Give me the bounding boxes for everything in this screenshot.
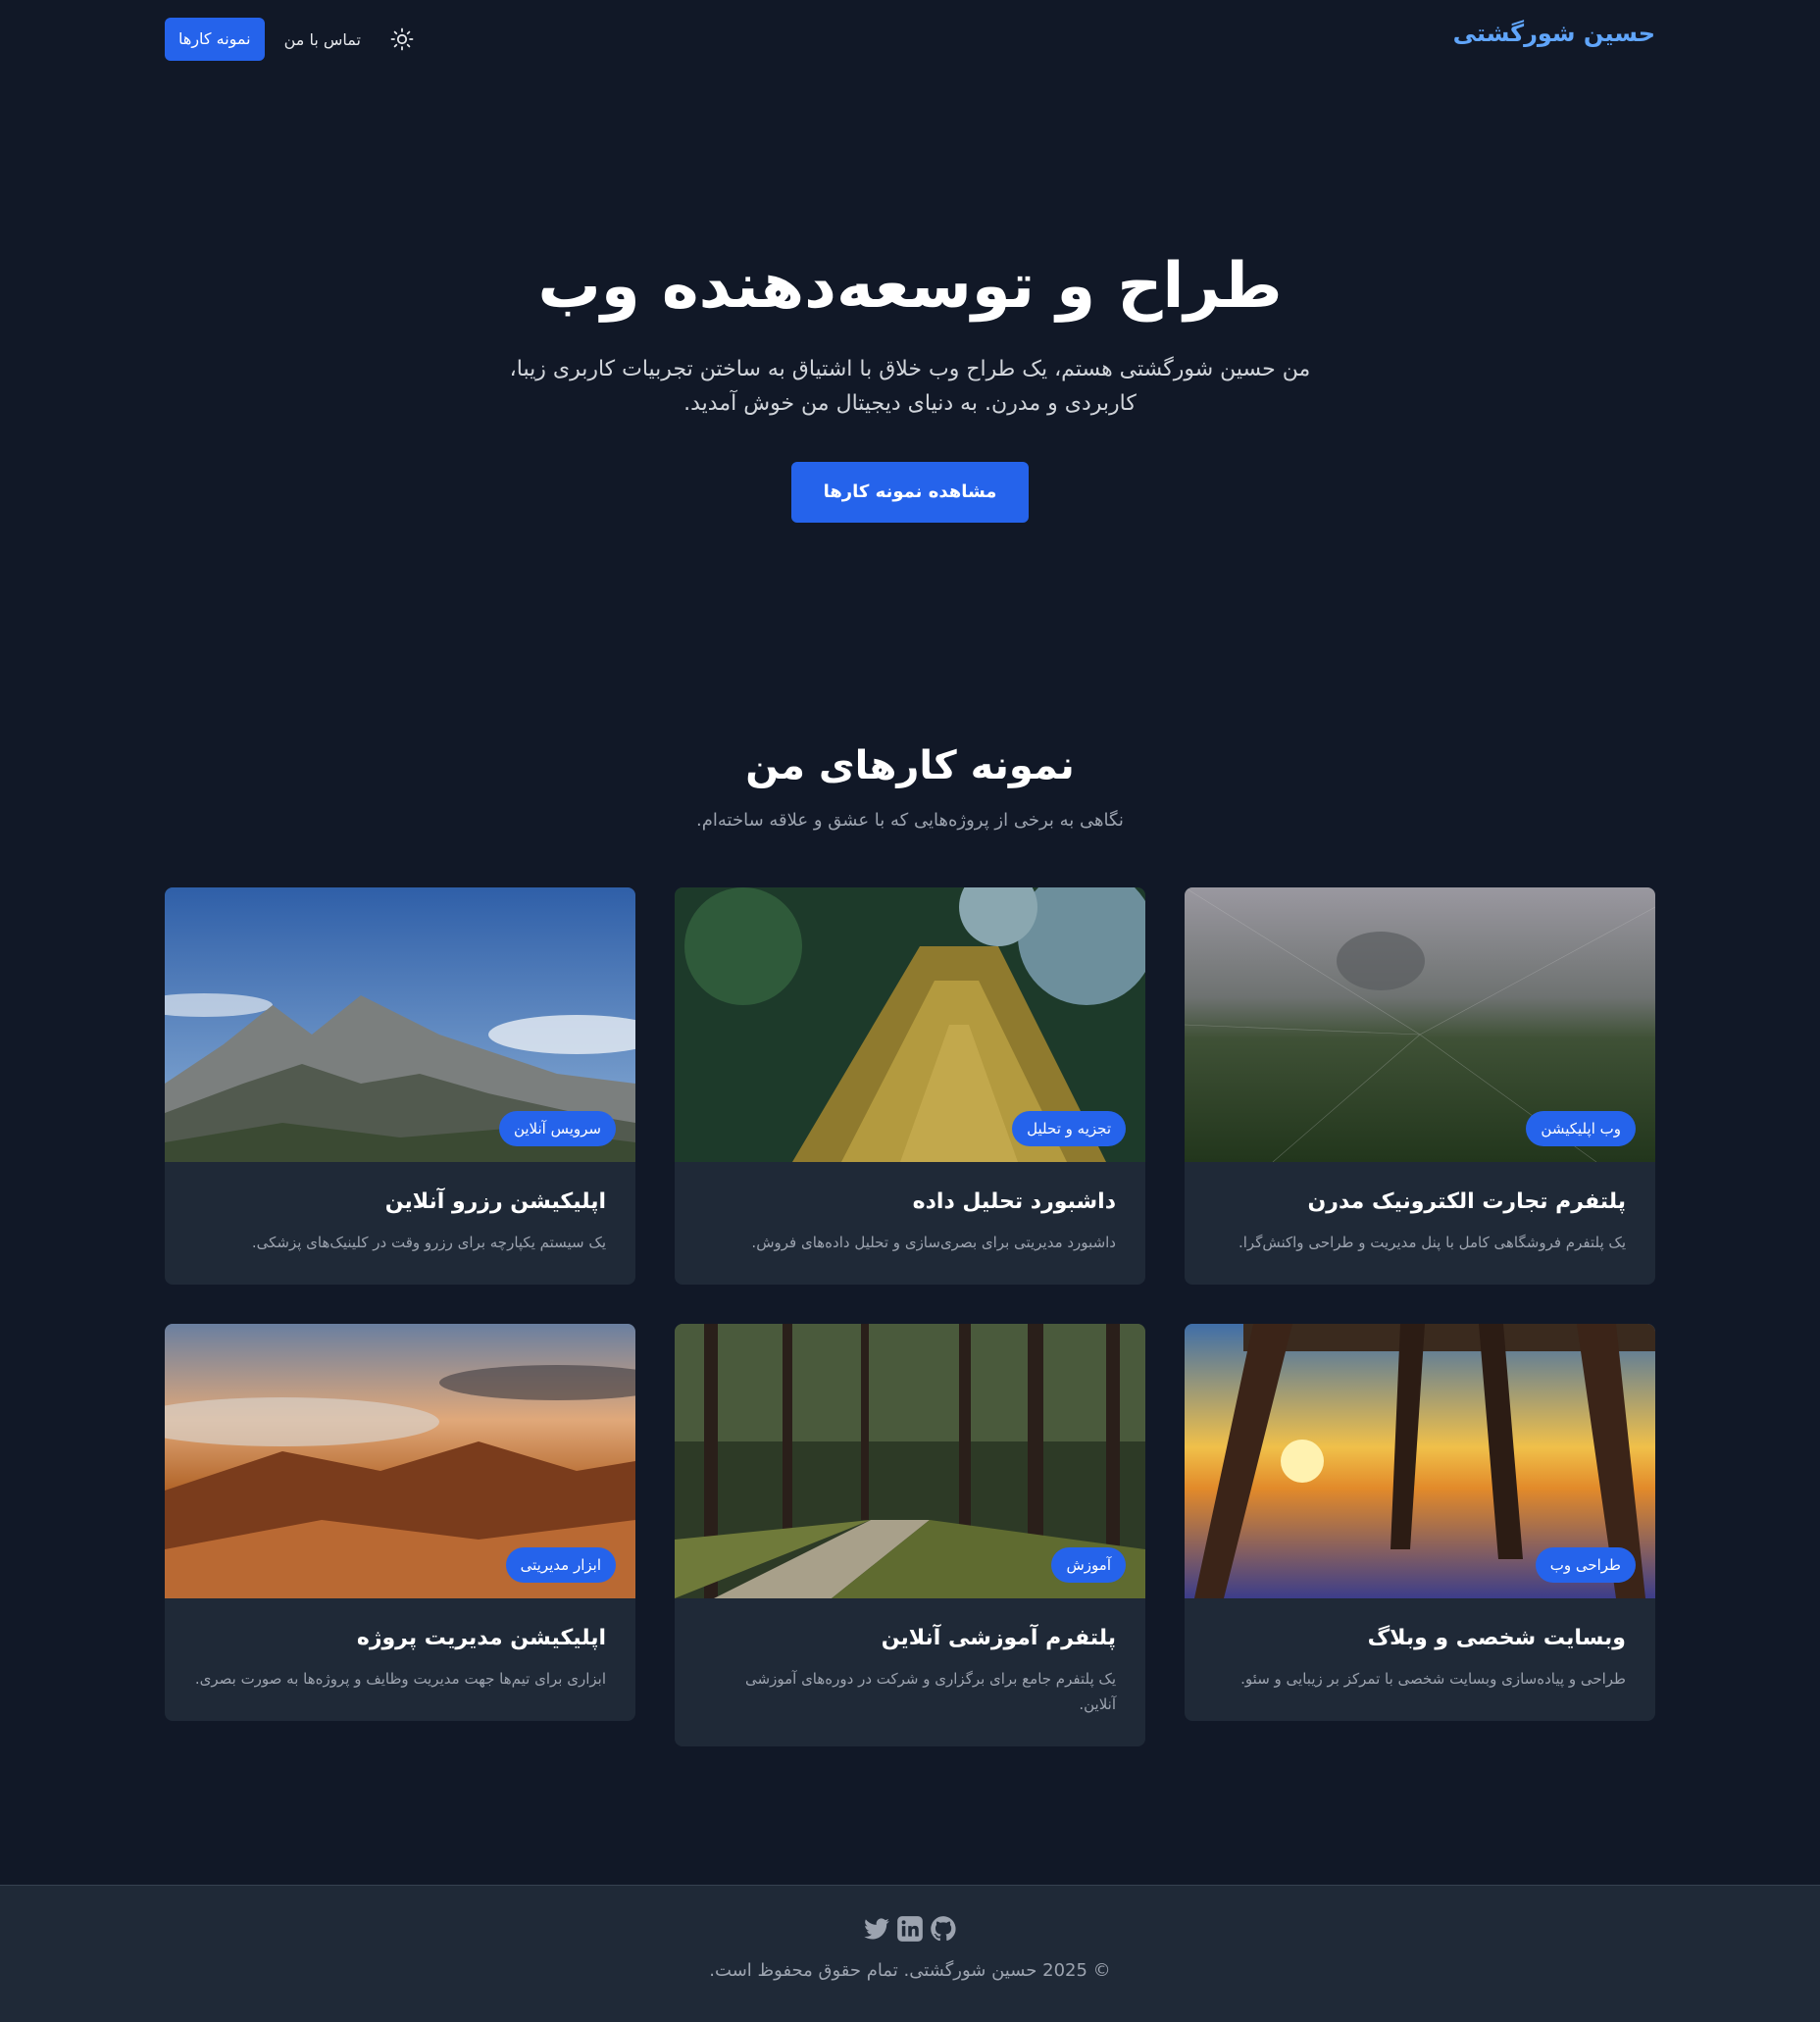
- project-card[interactable]: وب اپلیکیشن پلتفرم تجارت الکترونیک مدرن …: [1185, 887, 1655, 1285]
- site-header: حسین شورگشتی نمونه کارها تماس با من: [165, 0, 1655, 78]
- project-description: یک پلتفرم جامع برای برگزاری و شرکت در دو…: [745, 1670, 1116, 1713]
- project-badge: آموزش: [1051, 1547, 1126, 1583]
- nav-portfolio-button[interactable]: نمونه کارها: [165, 18, 265, 61]
- portfolio-title: نمونه کارهای من: [745, 743, 1075, 788]
- project-title: اپلیکیشن مدیریت پروژه: [356, 1626, 606, 1650]
- project-title: پلتفرم آموزشی آنلاین: [881, 1626, 1116, 1650]
- project-grid: وب اپلیکیشن پلتفرم تجارت الکترونیک مدرن …: [165, 887, 1655, 1746]
- project-card[interactable]: سرویس آنلاین اپلیکیشن رزرو آنلاین یک سیس…: [165, 887, 635, 1285]
- site-brand[interactable]: حسین شورگشتی: [1453, 20, 1655, 47]
- project-image-mossy-tree: تجزیه و تحلیل: [675, 887, 1145, 1162]
- project-description: داشبورد مدیریتی برای بصری‌سازی و تحلیل د…: [751, 1234, 1116, 1251]
- sun-icon[interactable]: [380, 18, 424, 61]
- main-nav: نمونه کارها تماس با من: [165, 18, 424, 61]
- hero-subtitle: من حسین شورگشتی هستم، یک طراح وب خلاق با…: [509, 357, 1311, 416]
- nav-contact-link[interactable]: تماس با من: [278, 30, 367, 49]
- project-image-misty-mountains: ابزار مدیریتی: [165, 1324, 635, 1598]
- project-card[interactable]: تجزیه و تحلیل داشبورد تحلیل داده داشبورد…: [675, 887, 1145, 1285]
- project-card[interactable]: ابزار مدیریتی اپلیکیشن مدیریت پروژه ابزا…: [165, 1324, 635, 1721]
- portfolio-section: نمونه کارهای من نگاهی به برخی از پروژه‌ه…: [165, 743, 1655, 1746]
- social-links: [0, 1915, 1820, 1943]
- project-title: داشبورد تحلیل داده: [912, 1189, 1116, 1214]
- project-description: ابزاری برای تیم‌ها جهت مدیریت وظایف و پر…: [194, 1670, 606, 1688]
- view-portfolio-button[interactable]: مشاهده نمونه کارها: [791, 462, 1029, 523]
- twitter-icon[interactable]: [863, 1915, 890, 1943]
- hero-title: طراح و توسعه‌دهنده وب: [537, 250, 1283, 323]
- project-badge: وب اپلیکیشن: [1526, 1111, 1636, 1146]
- project-title: وبسایت شخصی و وبلاگ: [1367, 1626, 1626, 1650]
- copyright-text: © 2025 حسین شورگشتی. تمام حقوق محفوظ است…: [709, 1960, 1111, 1981]
- project-description: طراحی و پیاده‌سازی وبسایت شخصی با تمرکز …: [1240, 1670, 1626, 1688]
- project-badge: سرویس آنلاین: [498, 1111, 616, 1146]
- github-icon[interactable]: [930, 1915, 957, 1943]
- project-card[interactable]: طراحی وب وبسایت شخصی و وبلاگ طراحی و پیا…: [1185, 1324, 1655, 1721]
- project-badge: طراحی وب: [1535, 1547, 1636, 1583]
- linkedin-icon[interactable]: [896, 1915, 924, 1943]
- project-image-mountain: سرویس آنلاین: [165, 887, 635, 1162]
- project-image-pier-sunset: طراحی وب: [1185, 1324, 1655, 1598]
- project-image-forest-path: آموزش: [675, 1324, 1145, 1598]
- project-card[interactable]: آموزش پلتفرم آموزشی آنلاین یک پلتفرم جام…: [675, 1324, 1145, 1746]
- project-badge: تجزیه و تحلیل: [1012, 1111, 1126, 1146]
- portfolio-subtitle: نگاهی به برخی از پروژه‌هایی که با عشق و …: [696, 810, 1124, 831]
- site-footer: © 2025 حسین شورگشتی. تمام حقوق محفوظ است…: [0, 1885, 1820, 2022]
- hero-section: طراح و توسعه‌دهنده وب من حسین شورگشتی هس…: [165, 78, 1655, 523]
- project-image-foggy-field: وب اپلیکیشن: [1185, 887, 1655, 1162]
- project-title: اپلیکیشن رزرو آنلاین: [384, 1189, 606, 1214]
- project-badge: ابزار مدیریتی: [505, 1547, 616, 1583]
- project-description: یک سیستم یکپارچه برای رزرو وقت در کلینیک…: [251, 1234, 606, 1251]
- project-title: پلتفرم تجارت الکترونیک مدرن: [1307, 1189, 1626, 1214]
- project-description: یک پلتفرم فروشگاهی کامل با پنل مدیریت و …: [1239, 1234, 1626, 1251]
